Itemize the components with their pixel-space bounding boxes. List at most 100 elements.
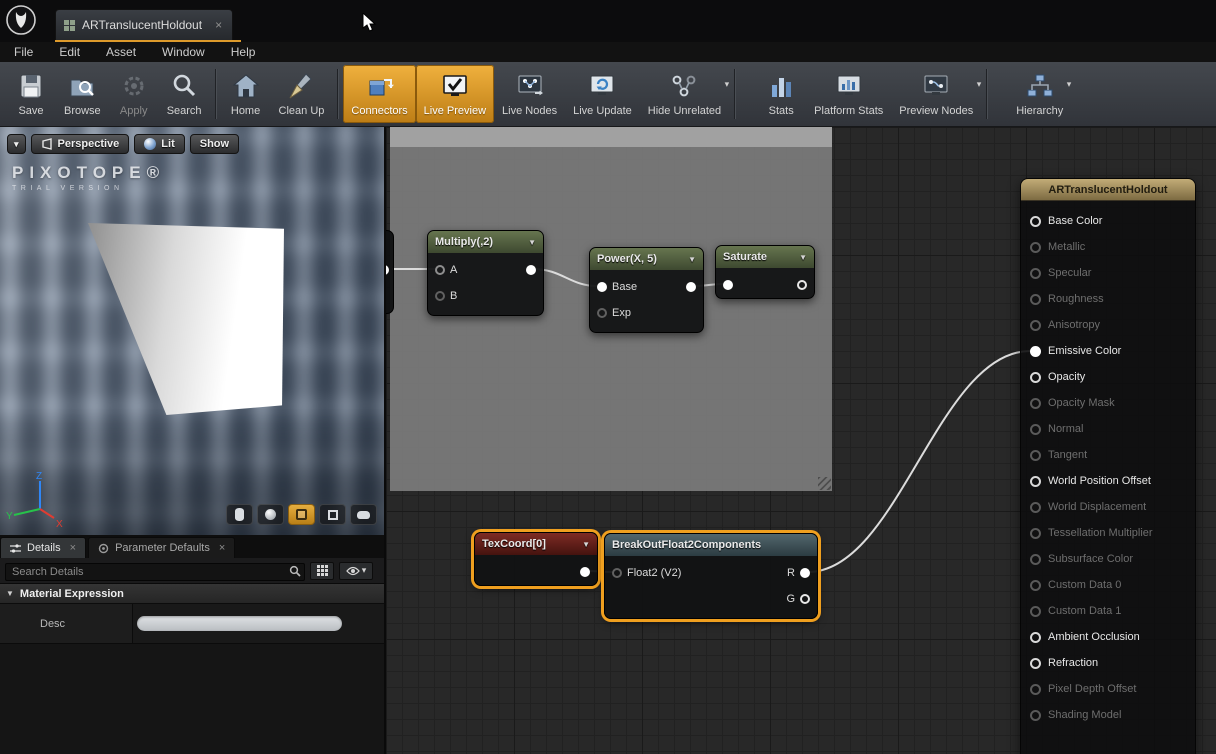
save-button[interactable]: Save	[6, 65, 56, 123]
material-input-pin[interactable]	[1030, 398, 1041, 409]
material-node-header[interactable]: ARTranslucentHoldout	[1021, 179, 1195, 201]
node-power-header[interactable]: Power(X, 5) ▼	[590, 248, 703, 270]
material-input-pin[interactable]	[1030, 658, 1041, 669]
live-preview-button[interactable]: Live Preview	[416, 65, 494, 123]
output-pin[interactable]	[580, 567, 590, 577]
viewport-options-button[interactable]: ▾	[7, 134, 26, 154]
home-button[interactable]: Home	[221, 65, 271, 123]
node-saturate-header[interactable]: Saturate ▼	[716, 246, 814, 268]
material-input-pin[interactable]	[1030, 450, 1041, 461]
stats-button[interactable]: Stats	[756, 65, 806, 123]
live-nodes-button[interactable]: Live Nodes	[494, 65, 565, 123]
menu-window[interactable]: Window	[162, 45, 219, 59]
material-input-pin[interactable]	[1030, 606, 1041, 617]
node-multiply-header[interactable]: Multiply(,2) ▼	[428, 231, 543, 253]
menu-help[interactable]: Help	[231, 45, 270, 59]
material-input-pin[interactable]	[1030, 632, 1041, 643]
tab-close-icon[interactable]: ×	[219, 542, 225, 554]
material-input-pin[interactable]	[1030, 476, 1041, 487]
material-pin-row[interactable]: Opacity	[1021, 364, 1195, 390]
material-input-pin[interactable]	[1030, 372, 1041, 383]
tab-parameter-defaults[interactable]: Parameter Defaults ×	[88, 537, 235, 558]
material-pin-row[interactable]: Roughness	[1021, 286, 1195, 312]
material-input-pin[interactable]	[1030, 242, 1041, 253]
perspective-button[interactable]: Perspective	[31, 134, 130, 154]
input-pin-b[interactable]	[435, 291, 445, 301]
material-pin-row[interactable]: Base Color	[1021, 208, 1195, 234]
material-pin-row[interactable]: World Position Offset	[1021, 468, 1195, 494]
material-pin-row[interactable]: Anisotropy	[1021, 312, 1195, 338]
node-power[interactable]: Power(X, 5) ▼ Base Exp	[589, 247, 704, 333]
material-pin-row[interactable]: World Displacement	[1021, 494, 1195, 520]
input-pin-float2[interactable]	[612, 568, 622, 578]
search-details-input[interactable]	[5, 563, 305, 581]
material-pin-row[interactable]: Ambient Occlusion	[1021, 624, 1195, 650]
input-pin-a[interactable]	[435, 265, 445, 275]
output-pin-g[interactable]	[800, 594, 810, 604]
comment-box-header[interactable]	[390, 127, 832, 147]
material-graph-canvas[interactable]: Multiply(,2) ▼ A B Power(X, 5) ▼ Base Ex…	[386, 127, 1216, 754]
tab-close-icon[interactable]: ×	[215, 18, 222, 32]
output-pin[interactable]	[797, 280, 807, 290]
preview-shape-cylinder-button[interactable]	[226, 504, 253, 525]
material-pin-row[interactable]: Tangent	[1021, 442, 1195, 468]
lit-button[interactable]: Lit	[134, 134, 184, 154]
collapse-arrow-icon[interactable]: ▼	[688, 255, 696, 264]
preview-viewport[interactable]: ▾ Perspective Lit Show PIXOTOPE® TRIAL V…	[0, 127, 384, 535]
platform-stats-button[interactable]: Platform Stats	[806, 65, 891, 123]
node-breakout-header[interactable]: BreakOutFloat2Components	[605, 534, 817, 556]
view-options-button[interactable]: ▾	[339, 562, 373, 580]
input-pin-base[interactable]	[597, 282, 607, 292]
material-pin-row[interactable]: Pixel Depth Offset	[1021, 676, 1195, 702]
input-pin-exp[interactable]	[597, 308, 607, 318]
node-texcoord[interactable]: TexCoord[0] ▼	[474, 532, 598, 586]
output-pin[interactable]	[686, 282, 696, 292]
node-breakout-float2[interactable]: BreakOutFloat2Components Float2 (V2) R	[604, 533, 818, 619]
material-pin-row[interactable]: Custom Data 0	[1021, 572, 1195, 598]
preview-shape-plane-button[interactable]	[288, 504, 315, 525]
material-pin-row[interactable]: Normal	[1021, 416, 1195, 442]
material-input-pin[interactable]	[1030, 294, 1041, 305]
collapse-arrow-icon[interactable]: ▼	[582, 540, 590, 549]
output-pin[interactable]	[526, 265, 536, 275]
connectors-button[interactable]: Connectors	[343, 65, 415, 123]
menu-asset[interactable]: Asset	[106, 45, 150, 59]
material-input-pin[interactable]	[1030, 216, 1041, 227]
menu-file[interactable]: File	[14, 45, 47, 59]
category-material-expression[interactable]: ▼ Material Expression	[0, 584, 384, 604]
property-matrix-button[interactable]	[310, 562, 334, 580]
tab-details[interactable]: Details ×	[0, 537, 86, 558]
preview-shape-sphere-button[interactable]	[257, 504, 284, 525]
material-input-pin[interactable]	[1030, 268, 1041, 279]
show-button[interactable]: Show	[190, 134, 239, 154]
clean-up-button[interactable]: Clean Up	[271, 65, 333, 123]
material-pin-row[interactable]: Subsurface Color	[1021, 546, 1195, 572]
material-pin-row[interactable]: Custom Data 1	[1021, 598, 1195, 624]
material-input-pin[interactable]	[1030, 528, 1041, 539]
material-input-pin[interactable]	[1030, 684, 1041, 695]
material-input-pin[interactable]	[1030, 710, 1041, 721]
material-input-pin[interactable]	[1030, 346, 1041, 357]
comment-resize-handle[interactable]	[818, 477, 831, 490]
material-input-pin[interactable]	[1030, 502, 1041, 513]
hierarchy-dropdown-icon[interactable]: ▾	[1067, 79, 1072, 90]
preview-shape-teapot-button[interactable]	[350, 504, 377, 525]
offscreen-node-edge[interactable]	[386, 230, 394, 314]
material-input-pin[interactable]	[1030, 424, 1041, 435]
material-input-pin[interactable]	[1030, 554, 1041, 565]
node-multiply[interactable]: Multiply(,2) ▼ A B	[427, 230, 544, 316]
material-input-pin[interactable]	[1030, 580, 1041, 591]
desc-field[interactable]	[137, 616, 342, 631]
live-update-button[interactable]: Live Update	[565, 65, 640, 123]
material-input-pin[interactable]	[1030, 320, 1041, 331]
apply-button[interactable]: Apply	[109, 65, 159, 123]
preview-shape-cube-button[interactable]	[319, 504, 346, 525]
menu-edit[interactable]: Edit	[59, 45, 94, 59]
collapse-arrow-icon[interactable]: ▼	[528, 238, 536, 247]
preview-nodes-button[interactable]: Preview Nodes ▾	[891, 65, 981, 123]
material-pin-row[interactable]: Specular	[1021, 260, 1195, 286]
node-texcoord-header[interactable]: TexCoord[0] ▼	[475, 533, 597, 555]
material-pin-row[interactable]: Refraction	[1021, 650, 1195, 676]
tab-close-icon[interactable]: ×	[70, 542, 76, 554]
hierarchy-button[interactable]: Hierarchy ▾	[1008, 65, 1071, 123]
